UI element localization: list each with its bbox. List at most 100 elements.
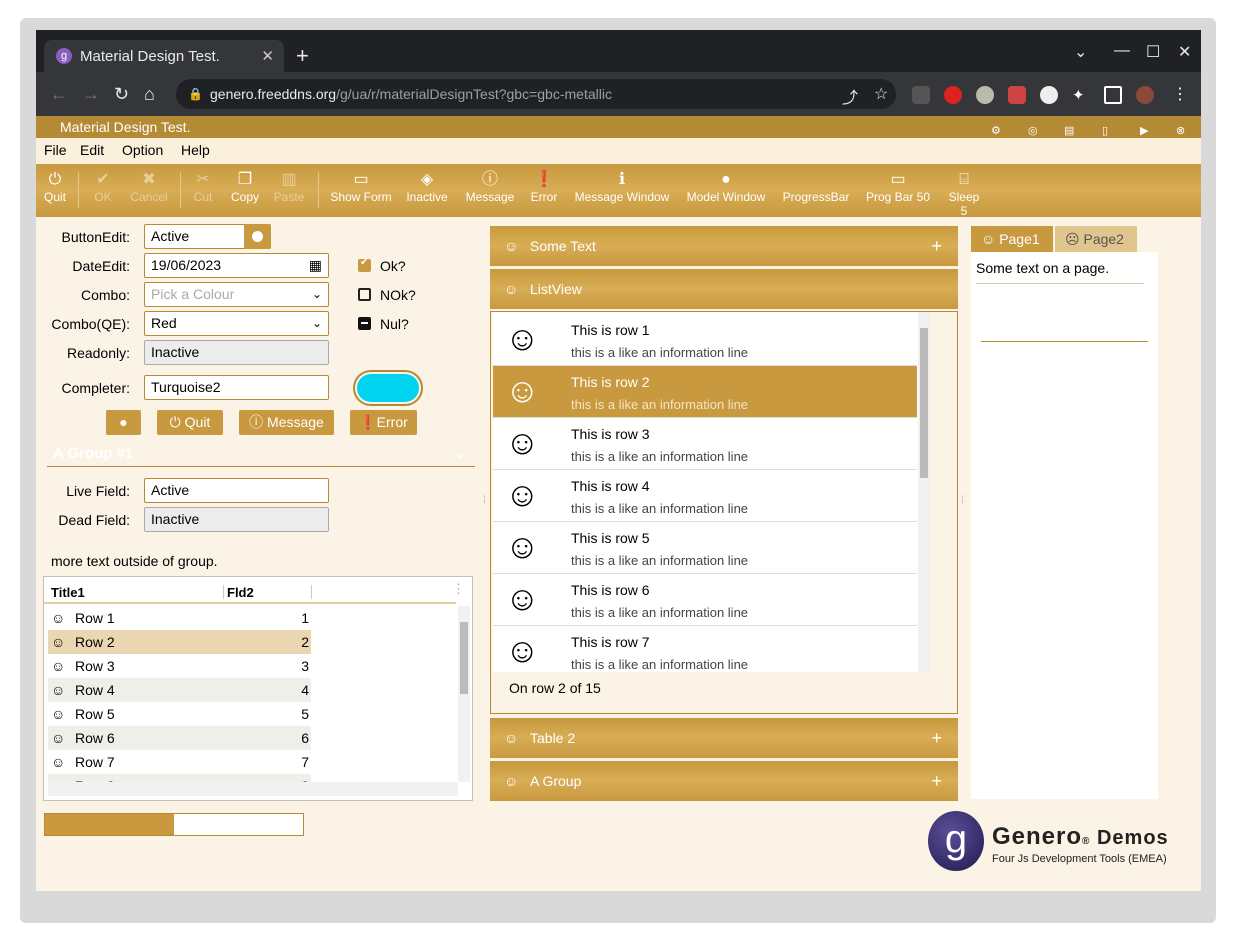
nul-checkbox[interactable] (358, 317, 371, 330)
table-cell-title1: Row 4 (75, 682, 115, 698)
back-icon[interactable]: ← (50, 84, 68, 105)
extension-icon[interactable] (944, 86, 962, 104)
menu-help[interactable]: Help (181, 142, 210, 158)
list-item[interactable]: ☺ This is row 4 this is a like an informat… (493, 470, 917, 522)
calendar-icon[interactable]: ▦ (309, 254, 322, 277)
tab-search-icon[interactable]: ⌄ (1074, 42, 1087, 62)
tab-page1[interactable]: ☺ Page1 (971, 226, 1053, 252)
list-item[interactable]: ☺ This is row 5 this is a like an informat… (493, 522, 917, 574)
maximize-icon[interactable]: ☐ (1146, 42, 1160, 62)
accordion-table-2[interactable]: ☺ Table 2 + (490, 718, 958, 758)
page-input-field[interactable] (981, 341, 1148, 342)
table-row[interactable]: ☺ Row 7 7 (48, 750, 311, 774)
error-button[interactable]: ❗Error (350, 410, 417, 435)
buttonedit-button[interactable] (244, 224, 271, 249)
completer-field[interactable]: Turquoise2 (144, 375, 329, 400)
combo-select[interactable]: Pick a Colour ⌄ (144, 282, 329, 307)
list-item[interactable]: ☺ This is row 3 this is a like an informat… (493, 418, 917, 470)
accordion-listview[interactable]: ☺ ListView (490, 269, 958, 309)
toolbar-model-window-button[interactable]: ● Model Window (684, 170, 768, 204)
group-title: A Group #1 (53, 445, 134, 462)
extension-icon[interactable] (976, 86, 994, 104)
toolbar-cancel-button[interactable]: ✖ Cancel (130, 170, 168, 204)
toolbar-prog-bar-50-button[interactable]: ▭ Prog Bar 50 (864, 170, 932, 204)
table-row[interactable]: ☺ Row 3 3 (48, 654, 311, 678)
group-header[interactable]: A Group #1 ⌄ (47, 445, 475, 467)
smiley-icon: ☺ (51, 634, 66, 650)
nok-checkbox[interactable] (358, 288, 371, 301)
table-row[interactable]: ☺ Row 4 4 (48, 678, 311, 702)
table-cell-fld2: 2 (301, 634, 309, 650)
column-menu-icon[interactable]: ⋮ (452, 581, 465, 597)
list-item-title: This is row 5 (571, 530, 650, 546)
toolbar-error-button[interactable]: ❗ Error (529, 170, 559, 204)
home-icon[interactable]: ⌂ (144, 84, 155, 105)
toolbar-quit-button[interactable]: ⏻ Quit (44, 170, 66, 204)
table-header-title1[interactable]: Title1 (51, 585, 85, 600)
toolbar-message-button[interactable]: ⓘ Message (464, 170, 516, 204)
list-item[interactable]: ☺ This is row 6 this is a like an informat… (493, 574, 917, 626)
menu-option[interactable]: Option (122, 142, 163, 158)
toolbar-ok-button[interactable]: ✔ OK (92, 170, 114, 204)
live-field[interactable]: Active (144, 478, 329, 503)
bookmark-star-icon[interactable]: ☆ (874, 84, 888, 104)
list-item[interactable]: ☺ This is row 2 this is a like an informat… (493, 366, 917, 418)
toolbar-inactive-button[interactable]: ◈ Inactive (404, 170, 450, 204)
toolbar-sleep-5-button[interactable]: ⌸ Sleep 5 (944, 170, 984, 218)
address-field[interactable]: 🔒 genero.freeddns.org/g/ua/r/materialDes… (176, 79, 896, 109)
toolbar-message-window-button[interactable]: ℹ Message Window (572, 170, 672, 204)
tab-page2[interactable]: ☹ Page2 (1055, 226, 1137, 252)
bomb-button[interactable]: ● (106, 410, 141, 435)
list-item-subtitle: this is a like an information line (571, 345, 749, 360)
horizontal-scrollbar[interactable] (48, 782, 458, 796)
toolbar-cut-button[interactable]: ✂ Cut (192, 170, 214, 204)
share-icon[interactable]: ⤴ (842, 84, 858, 108)
sidebar-icon[interactable] (1104, 86, 1122, 104)
logo-suffix: Demos (1096, 827, 1169, 849)
comboqe-select[interactable]: Red ⌄ (144, 311, 329, 336)
dateedit-field[interactable]: 19/06/2023 ▦ (144, 253, 329, 278)
table-row[interactable]: ☺ Row 1 1 (48, 606, 311, 630)
list-item[interactable]: ☺ This is row 1 this is a like an informat… (493, 314, 917, 366)
bed-icon: ⌸ (959, 171, 969, 188)
vertical-scrollbar[interactable] (458, 606, 470, 782)
table-row[interactable]: ☺ Row 2 2 (48, 630, 311, 654)
accordion-some-text[interactable]: ☺ Some Text + (490, 226, 958, 266)
listview-panel: ☺ This is row 1 this is a like an informat… (490, 311, 958, 714)
extension-icon[interactable] (1008, 86, 1026, 104)
toolbar-progressbar-button[interactable]: ProgressBar (780, 170, 852, 204)
splitter-handle[interactable]: ⁞ (961, 495, 964, 506)
color-picker[interactable] (353, 370, 423, 406)
table-header-fld2[interactable]: Fld2 (227, 585, 254, 600)
splitter-handle[interactable]: ⁞ (483, 495, 486, 506)
list-item[interactable]: ☺ This is row 7 this is a like an informat… (493, 626, 917, 672)
avatar[interactable] (1136, 86, 1154, 104)
accordion-title: A Group (530, 773, 582, 789)
minimize-icon[interactable]: — (1114, 42, 1130, 60)
extension-icon[interactable] (912, 86, 930, 104)
close-window-icon[interactable]: ✕ (1178, 42, 1191, 62)
menu-file[interactable]: File (44, 142, 67, 158)
toolbar-paste-button[interactable]: ▥ Paste (272, 170, 306, 204)
close-tab-icon[interactable]: ✕ (261, 47, 274, 65)
table-row[interactable]: ☺ Row 5 5 (48, 702, 311, 726)
new-tab-icon[interactable]: + (296, 43, 309, 69)
lock-icon: 🔒 (188, 87, 203, 101)
kebab-menu-icon[interactable]: ⋮ (1172, 86, 1190, 104)
listview-scrollbar[interactable] (918, 312, 930, 672)
forward-icon[interactable]: → (82, 84, 100, 105)
browser-tab[interactable]: g Material Design Test. ✕ (44, 40, 284, 72)
puzzle-icon[interactable]: ✦ (1072, 86, 1090, 104)
genero-demos-logo: g Genero® Demos Four Js Development Tool… (928, 811, 1178, 871)
table-row[interactable]: ☺ Row 6 6 (48, 726, 311, 750)
ok-checkbox[interactable]: ✔ (358, 257, 371, 272)
accordion-a-group[interactable]: ☺ A Group + (490, 761, 958, 801)
reload-icon[interactable]: ↻ (114, 84, 129, 105)
quit-button[interactable]: ⏻ Quit (157, 410, 223, 435)
toolbar-show-form-button[interactable]: ▭ Show Form (330, 170, 392, 204)
message-button[interactable]: ⓘ Message (239, 410, 334, 435)
table-row[interactable]: ☺Row 88 (48, 774, 311, 782)
toolbar-copy-button[interactable]: ❐ Copy (230, 170, 260, 204)
menu-edit[interactable]: Edit (80, 142, 104, 158)
extension-icon[interactable] (1040, 86, 1058, 104)
